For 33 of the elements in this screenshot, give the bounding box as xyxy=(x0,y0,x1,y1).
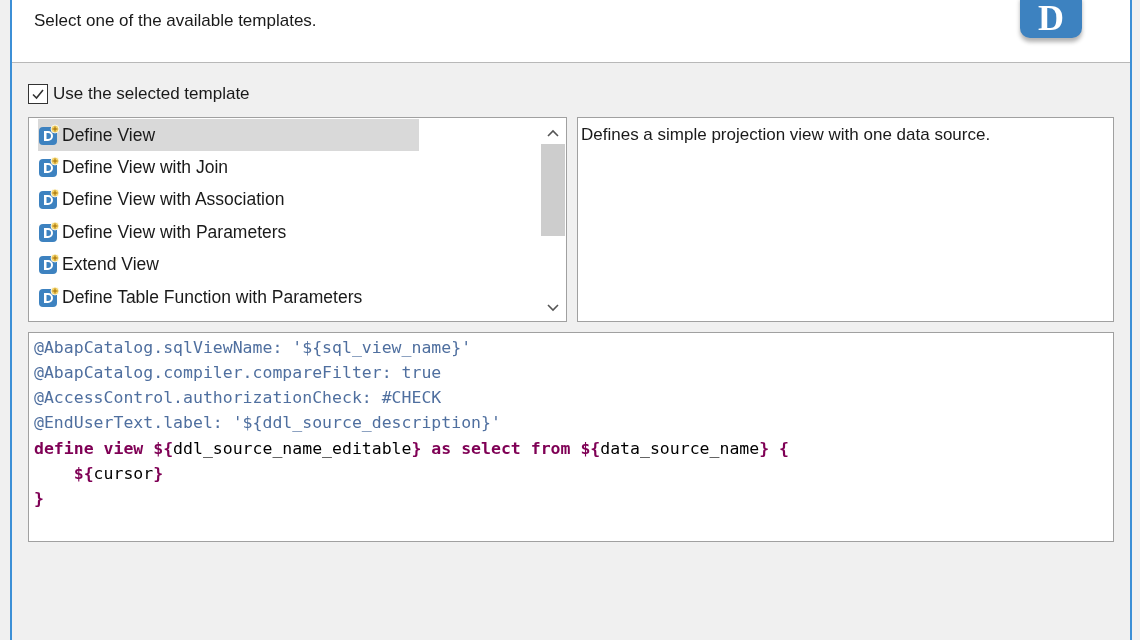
chevron-up-icon[interactable] xyxy=(546,127,560,138)
code-line: @AbapCatalog.compiler.compareFilter: true xyxy=(34,361,442,384)
code-line: ${cursor} xyxy=(72,463,164,485)
code-line: define view ${ddl_source_name_editable} as select from ${data_source_name} { xyxy=(34,437,789,460)
template-icon xyxy=(38,123,60,146)
template-icon xyxy=(38,220,60,243)
code-line: @EndUserText.label: '${ddl_source_description}' xyxy=(34,412,501,435)
template-label: Extend View xyxy=(62,253,159,277)
template-icon xyxy=(38,188,60,211)
template-icon xyxy=(38,156,60,179)
template-label: Define View with Association xyxy=(62,188,285,212)
template-item[interactable]: Extend View xyxy=(38,248,419,281)
template-label: Define View with Parameters xyxy=(62,220,287,244)
header-message: Select one of the available templates. xyxy=(34,10,317,32)
template-item[interactable]: Define Table Function with Parameters xyxy=(38,280,419,313)
checkbox-label: Use the selected template xyxy=(53,83,250,105)
code-line: @AccessControl.authorizationCheck: #CHECK xyxy=(34,387,442,410)
template-item[interactable]: Define View xyxy=(38,118,419,151)
description-text: Defines a simple projection view with one data source. xyxy=(581,124,991,144)
scrollbar-thumb[interactable] xyxy=(541,143,565,236)
template-label: Define Table Function with Parameters xyxy=(62,285,363,309)
template-icon xyxy=(38,253,60,276)
code-line: @AbapCatalog.sqlViewName: '${sql_view_name}' xyxy=(34,336,472,359)
checkbox[interactable] xyxy=(28,83,48,104)
template-item[interactable]: Define View with Association xyxy=(38,183,419,216)
chevron-down-icon[interactable] xyxy=(546,302,560,313)
template-icon xyxy=(38,285,60,308)
template-label: Define View with Join xyxy=(62,155,228,179)
template-item[interactable]: Define View with Join xyxy=(38,150,419,184)
logo: D xyxy=(1020,0,1082,38)
code-line: } xyxy=(34,488,44,511)
template-item[interactable]: Define View with Parameters xyxy=(38,215,419,249)
template-label: Define View xyxy=(62,123,156,147)
